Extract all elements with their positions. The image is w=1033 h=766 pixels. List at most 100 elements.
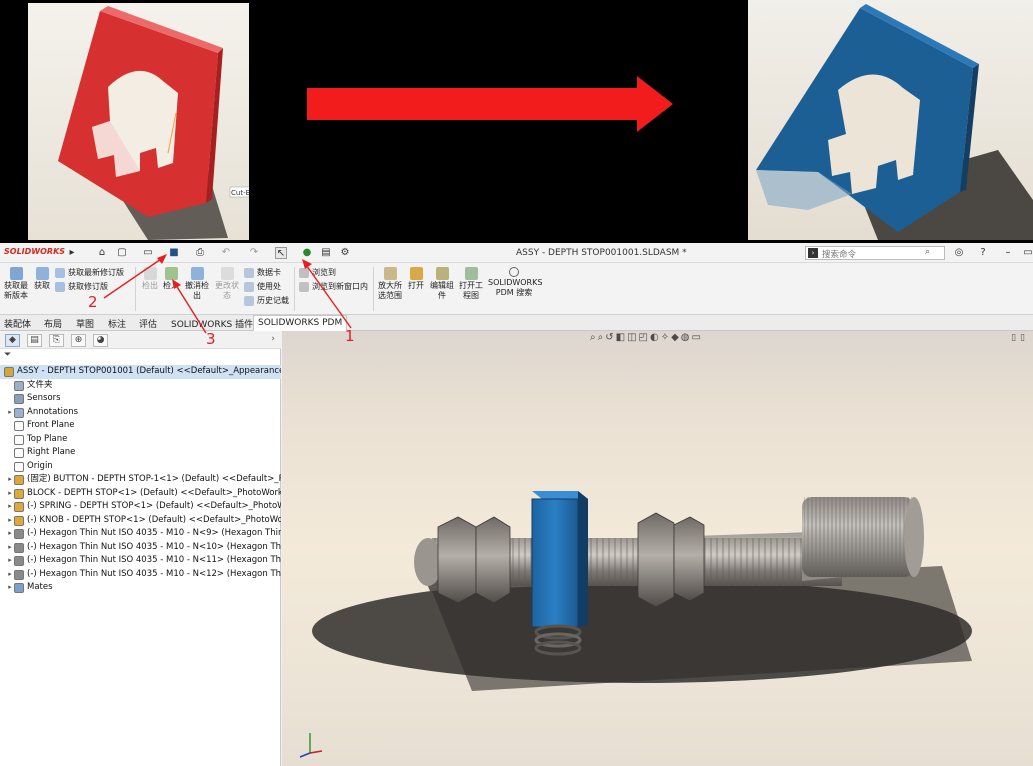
tree-item[interactable]: ▸ Annotations <box>0 406 281 420</box>
tree-filter[interactable]: ⏷ <box>0 350 281 364</box>
command-search[interactable]: › 搜索命令 ⌕ <box>805 246 945 260</box>
display-manager-tab-icon[interactable]: ◕ <box>93 334 108 347</box>
toolbox-part-icon <box>14 556 24 566</box>
menu-expand-icon[interactable]: ▸ <box>66 247 78 259</box>
zoom-selection-icon <box>383 267 397 280</box>
tree-item[interactable]: Top Plane <box>0 433 281 447</box>
feature-manager-tab-icon[interactable]: ◆ <box>5 334 20 347</box>
tree-item[interactable]: Sensors <box>0 392 281 406</box>
expand-arrow-icon[interactable]: ▸ <box>6 568 14 582</box>
undo-checkout-label: 撤消检出 <box>185 281 209 300</box>
expand-arrow-icon[interactable]: ▸ <box>6 527 14 541</box>
dimxpert-manager-tab-icon[interactable]: ⊕ <box>71 334 86 347</box>
checkin-label: 检入 <box>163 281 179 290</box>
get-revision-button[interactable]: 获取修订版 <box>55 281 108 292</box>
annotations-icon <box>14 407 24 418</box>
open-file-icon[interactable]: ▭ <box>142 247 154 259</box>
zoom-selection-label: 放大所选范围 <box>378 281 402 300</box>
history-button[interactable]: 历史记载 <box>244 295 289 306</box>
tree-item[interactable]: 文件夹 <box>0 379 281 393</box>
tab-markup[interactable]: 标注 <box>108 317 126 330</box>
tree-item[interactable]: ▸ (-) Hexagon Thin Nut ISO 4035 - M10 - N… <box>0 554 281 568</box>
tab-sketch[interactable]: 草图 <box>76 317 94 330</box>
select-icon[interactable]: ↖ <box>275 247 287 259</box>
tab-layout[interactable]: 布局 <box>44 317 62 330</box>
redo-icon[interactable]: ↷ <box>248 247 260 259</box>
tree-item[interactable]: ▸ (-) KNOB - DEPTH STOP<1> (Default) <<De… <box>0 514 281 528</box>
where-used-button[interactable]: 使用处 <box>244 281 281 292</box>
tree-item[interactable]: ▸ BLOCK - DEPTH STOP<1> (Default) <<Defau… <box>0 487 281 501</box>
user-account-icon[interactable]: ◎ <box>953 247 965 259</box>
expand-arrow-icon[interactable]: ▸ <box>6 487 14 501</box>
tree-item[interactable]: ▸ Mates <box>0 581 281 595</box>
tree-item[interactable]: ▸ (-) Hexagon Thin Nut ISO 4035 - M10 - N… <box>0 527 281 541</box>
tree-item[interactable]: ▸ (-) Hexagon Thin Nut ISO 4035 - M10 - N… <box>0 568 281 582</box>
search-icon[interactable]: ⌕ <box>925 247 930 257</box>
print-icon[interactable]: ⎙ <box>194 247 206 259</box>
traffic-light-icon[interactable]: ● <box>301 247 313 259</box>
callout-2: 2 <box>88 293 98 311</box>
get-button[interactable]: 获取 <box>33 267 51 291</box>
origin-icon <box>14 461 24 472</box>
options-gear-icon[interactable]: ⚙ <box>339 247 351 259</box>
part-icon <box>14 515 24 526</box>
tab-evaluate[interactable]: 评估 <box>139 317 157 330</box>
data-card-button[interactable]: 数据卡 <box>244 267 281 278</box>
get-revision-icon <box>55 281 65 292</box>
tree-item-label: (-) Hexagon Thin Nut ISO 4035 - M10 - N<… <box>27 568 281 579</box>
tree-item[interactable]: ASSY - DEPTH STOP001001 (Default) <<Defa… <box>0 365 281 379</box>
new-document-icon[interactable]: ▢ <box>116 247 128 259</box>
configuration-manager-tab-icon[interactable]: ⎘ <box>49 334 64 347</box>
expand-arrow-icon[interactable]: ▸ <box>6 473 14 487</box>
open-drawing-label: 打开工程图 <box>459 281 483 300</box>
get-latest-version-button[interactable]: 获取最新版本 <box>3 267 29 301</box>
expand-arrow-icon[interactable]: ▸ <box>6 554 14 568</box>
edit-component-button[interactable]: 编辑组件 <box>429 267 455 301</box>
graphics-viewport[interactable]: ⌕⌕↺◧◫◰◐✧◆◍▭ ▯▯ <box>282 331 1033 766</box>
part-icon <box>14 475 24 485</box>
expand-arrow-icon[interactable]: ▸ <box>6 406 14 420</box>
browse-new-window-button[interactable]: 浏览到新窗口内 <box>299 281 368 292</box>
tree-item[interactable]: Front Plane <box>0 419 281 433</box>
undo-icon[interactable]: ↶ <box>220 247 232 259</box>
tree-item[interactable]: ▸ (-) Hexagon Thin Nut ISO 4035 - M10 - N… <box>0 541 281 555</box>
tree-item-label: (-) SPRING - DEPTH STOP<1> (Default) <<D… <box>27 501 281 511</box>
help-icon[interactable]: ? <box>977 247 989 259</box>
home-icon[interactable]: ⌂ <box>96 247 108 259</box>
get-latest-revision-button[interactable]: 获取最新修订版 <box>55 267 124 278</box>
save-icon[interactable]: ■ <box>168 247 180 259</box>
zoom-selection-button[interactable]: 放大所选范围 <box>377 267 403 301</box>
undo-checkout-button[interactable]: 撤消检出 <box>184 267 210 301</box>
checkout-button[interactable]: 检出 <box>141 267 159 291</box>
open-button[interactable]: 打开 <box>407 267 425 291</box>
open-drawing-button[interactable]: 打开工程图 <box>458 267 484 301</box>
expand-arrow-icon[interactable]: ▸ <box>6 514 14 528</box>
expand-arrow-icon[interactable]: ▸ <box>6 541 14 555</box>
minimize-icon[interactable]: – <box>1002 247 1014 259</box>
tree-item[interactable]: ▸ (-) SPRING - DEPTH STOP<1> (Default) <<… <box>0 500 281 514</box>
browse-new-window-label: 浏览到新窗口内 <box>312 282 368 291</box>
tab-solidworks-addins[interactable]: SOLIDWORKS 插件 <box>171 317 253 330</box>
expand-arrow-icon[interactable]: ▸ <box>6 500 14 514</box>
solidworks-logo[interactable]: SOLIDWORKS <box>4 247 65 256</box>
tab-assembly[interactable]: 装配体 <box>4 317 31 330</box>
restore-icon[interactable]: ▭ <box>1022 247 1033 259</box>
tab-solidworks-pdm[interactable]: SOLIDWORKS PDM <box>253 315 348 331</box>
filter-icon[interactable]: ⏷ <box>4 350 11 360</box>
tree-item[interactable]: Right Plane <box>0 446 281 460</box>
change-state-button[interactable]: 更改状态 <box>214 267 240 301</box>
tree-item[interactable]: ▸ (固定) BUTTON - DEPTH STOP-1<1> (Default)… <box>0 473 281 487</box>
browse-to-button[interactable]: 浏览到 <box>299 267 336 278</box>
folder-icon <box>14 380 24 391</box>
toolbox-part-icon <box>14 529 24 539</box>
where-used-label: 使用处 <box>257 282 281 291</box>
change-state-icon <box>220 267 234 280</box>
file-properties-icon[interactable]: ▤ <box>320 247 332 259</box>
collapse-pane-icon[interactable]: › <box>271 334 275 344</box>
expand-arrow-icon[interactable]: ▸ <box>6 581 14 595</box>
pdm-search-button[interactable]: SOLIDWORKS PDM 搜索 <box>488 267 542 298</box>
checkin-button[interactable]: 检入 <box>162 267 180 291</box>
assembly-model <box>299 491 972 758</box>
property-manager-tab-icon[interactable]: ▤ <box>27 334 42 347</box>
tree-item[interactable]: Origin <box>0 460 281 474</box>
